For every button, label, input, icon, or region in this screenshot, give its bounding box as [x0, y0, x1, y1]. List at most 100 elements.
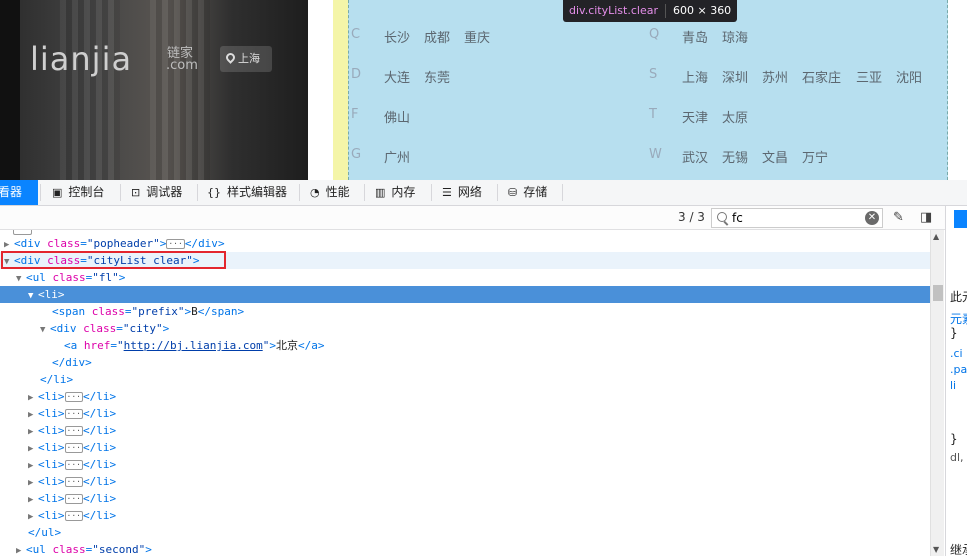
sidebar-text: 元素 — [950, 312, 967, 326]
city-link[interactable]: 三亚 — [856, 67, 882, 86]
city-link[interactable]: 大连 — [384, 67, 410, 86]
location-pin-icon — [224, 51, 237, 64]
tree-row-span-prefix[interactable]: <span class="prefix">B</span> — [0, 303, 930, 320]
eyedropper-icon[interactable]: ✎ — [893, 210, 904, 225]
tab-console-label: 控制台 — [68, 185, 105, 199]
location-label: 上海 — [238, 52, 260, 65]
collapsed-ellipsis-icon[interactable]: ··· — [64, 494, 83, 504]
tab-style-editor[interactable]: {} 样式编辑器 — [207, 180, 295, 205]
city-link[interactable]: 佛山 — [384, 107, 410, 126]
city-prefix: G — [351, 147, 362, 162]
collapsed-ellipsis-icon[interactable]: ··· — [64, 443, 83, 453]
city-link[interactable]: 武汉 — [682, 147, 708, 166]
city-link[interactable]: 成都 — [424, 27, 450, 46]
collapsed-ellipsis-icon[interactable]: ··· — [64, 426, 83, 436]
scroll-down-icon[interactable]: ▼ — [933, 545, 939, 554]
tree-row-li-collapsed[interactable]: ▶ <li> ··· </li> — [0, 405, 930, 422]
city-link[interactable]: 上海 — [682, 67, 708, 86]
tree-row-ul-fl[interactable]: ▼ <ul class="fl"> — [0, 269, 930, 286]
tree-row-li-collapsed[interactable]: ▶ <li> ··· </li> — [0, 439, 930, 456]
tree-row-li-collapsed[interactable]: ▶ <li> ··· </li> — [0, 388, 930, 405]
margin-highlight — [333, 0, 348, 180]
sidebar-text: .ci — [950, 347, 963, 360]
tab-network[interactable]: ☰ 网络 — [442, 180, 494, 205]
city-link[interactable]: 青岛 — [682, 27, 708, 46]
collapsed-ellipsis-icon[interactable]: ··· — [64, 392, 83, 402]
collapsed-ellipsis-icon[interactable]: ··· — [64, 409, 83, 419]
tag-name: div — [20, 237, 41, 250]
curtain-decoration — [150, 0, 210, 180]
speedometer-icon: ◔ — [310, 186, 320, 199]
toggle-sidebar-icon[interactable]: ◨ — [920, 210, 932, 225]
scrollbar-thumb[interactable] — [933, 285, 943, 301]
tree-row-close-div: </div> — [52, 356, 92, 369]
tree-row-popheader[interactable]: ▶ <div class="popheader"> ··· </div> — [0, 235, 930, 252]
sidebar-text: } — [950, 432, 958, 446]
tab-memory[interactable]: ▥ 内存 — [375, 180, 425, 205]
expand-arrow-icon[interactable]: ▶ — [16, 543, 26, 556]
city-link[interactable]: 石家庄 — [802, 67, 841, 86]
city-link[interactable]: 太原 — [722, 107, 748, 126]
city-link[interactable]: 长沙 — [384, 27, 410, 46]
tree-row-li-collapsed[interactable]: ▶ <li> ··· </li> — [0, 422, 930, 439]
tab-storage-label: 存储 — [523, 185, 548, 199]
tree-row-ul-second[interactable]: ▶ <ul class="second"> — [0, 541, 930, 556]
tag-name: ul — [32, 543, 46, 556]
tooltip-dimensions: 600 × 360 — [672, 4, 732, 17]
tab-console[interactable]: ▣ 控制台 — [52, 180, 116, 205]
city-link[interactable]: 文昌 — [762, 147, 788, 166]
tab-storage[interactable]: ⛁ 存储 — [508, 180, 558, 205]
lianjia-logo[interactable]: lianjia — [30, 40, 132, 78]
closing-tag: li — [96, 441, 110, 454]
attr-value: fl — [98, 271, 113, 284]
tag-name: li — [44, 407, 58, 420]
href-link[interactable]: http://bj.lianjia.com — [124, 339, 263, 352]
city-link[interactable]: 广州 — [384, 147, 410, 166]
inspector-tooltip: div.cityList.clear 600 × 360 — [563, 0, 738, 22]
markup-scrollbar[interactable]: ▲ ▼ — [930, 230, 944, 556]
tree-row-li-collapsed[interactable]: ▶ <li> ··· </li> — [0, 490, 930, 507]
clear-search-icon[interactable]: ✕ — [865, 211, 879, 225]
city-link[interactable]: 万宁 — [802, 147, 828, 166]
node-text: 北京 — [275, 339, 298, 352]
sidebar-tab[interactable] — [954, 210, 967, 228]
tree-row-li-collapsed[interactable]: ▶ <li> ··· </li> — [0, 473, 930, 490]
tree-row-li-collapsed[interactable]: ▶ <li> ··· </li> — [0, 507, 930, 524]
city-link[interactable]: 天津 — [682, 107, 708, 126]
tag-name: li — [44, 288, 58, 301]
tab-style-editor-label: 样式编辑器 — [227, 185, 288, 199]
city-prefix: C — [351, 27, 361, 42]
city-link[interactable]: 深圳 — [722, 67, 748, 86]
attr-value: prefix — [138, 305, 178, 318]
city-link[interactable]: 苏州 — [762, 67, 788, 86]
tag-name: li — [44, 492, 58, 505]
hero-shadow — [0, 0, 20, 180]
collapsed-ellipsis-icon[interactable]: ··· — [64, 477, 83, 487]
city-prefix: Q — [649, 27, 660, 42]
city-link[interactable]: 琼海 — [722, 27, 748, 46]
city-link[interactable]: 沈阳 — [896, 67, 922, 86]
tree-row-li-selected[interactable]: ▼ <li> — [0, 286, 930, 303]
braces-icon: {} — [207, 186, 221, 199]
tree-row-li-collapsed[interactable]: ▶ <li> ··· </li> — [0, 456, 930, 473]
city-link[interactable]: 无锡 — [722, 147, 748, 166]
tab-debugger[interactable]: ⊡ 调试器 — [131, 180, 193, 205]
location-button[interactable]: 上海 — [220, 46, 272, 72]
tab-divider — [299, 184, 300, 201]
city-list-highlight: C 长沙 成都 重庆 D 大连 东莞 F 佛山 G 广州 Q 青岛 琼海 S 上… — [348, 0, 948, 180]
scroll-up-icon[interactable]: ▲ — [933, 232, 939, 241]
city-link[interactable]: 东莞 — [424, 67, 450, 86]
search-input[interactable]: fc ✕ — [711, 208, 883, 228]
collapsed-ellipsis-icon[interactable]: ··· — [64, 511, 83, 521]
tab-divider — [364, 184, 365, 201]
tree-row-anchor[interactable]: <a href="http://bj.lianjia.com">北京</a> — [0, 337, 930, 354]
collapsed-ellipsis-icon[interactable]: ··· — [64, 460, 83, 470]
sidebar-text: .pa — [950, 363, 967, 376]
city-link[interactable]: 重庆 — [464, 27, 490, 46]
tab-inspector[interactable]: 查看器 — [0, 180, 38, 205]
tree-row-div-city[interactable]: ▼ <div class="city"> — [0, 320, 930, 337]
collapsed-ellipsis-icon[interactable]: ··· — [166, 239, 185, 249]
tab-performance[interactable]: ◔ 性能 — [310, 180, 360, 205]
attr-name: class — [47, 237, 81, 250]
sidebar-text: 继承 — [950, 543, 967, 556]
